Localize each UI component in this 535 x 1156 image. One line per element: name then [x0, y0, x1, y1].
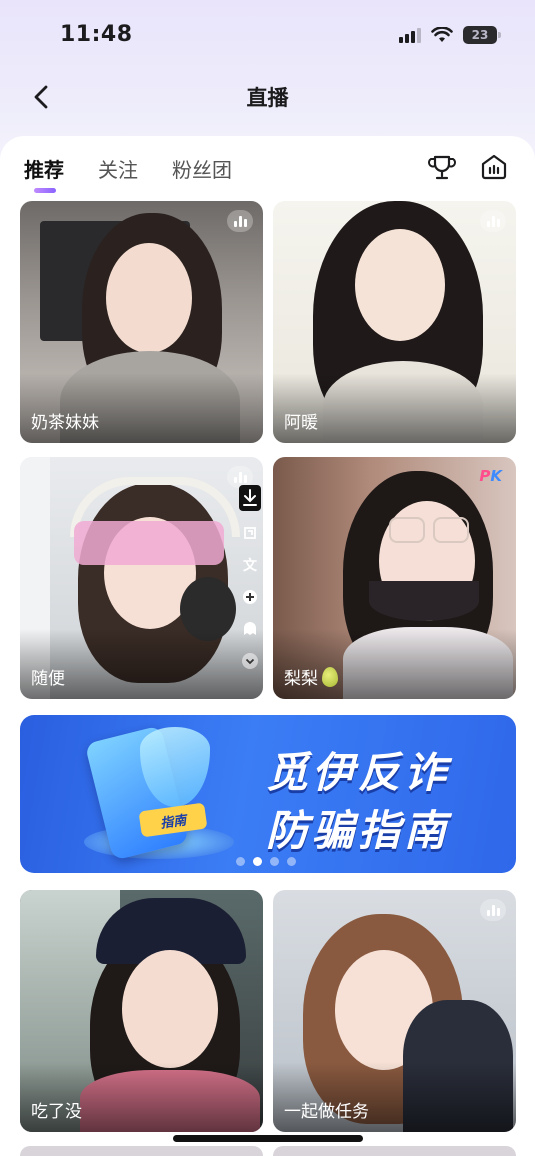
tab-fan-club[interactable]: 粉丝团 [172, 154, 232, 193]
streamer-name: 奶茶妹妹 [31, 413, 99, 433]
page-dot[interactable] [287, 857, 296, 866]
stream-grid-bottom: 吃了没 一起做任务 [20, 890, 516, 1132]
ghost-icon[interactable] [240, 619, 260, 639]
live-bars-icon [480, 899, 506, 921]
battery-level: 23 [471, 28, 489, 42]
stream-card[interactable]: PK 梨梨 [273, 457, 516, 699]
page-dot-active[interactable] [253, 857, 262, 866]
stream-card[interactable]: 阿暖 [273, 201, 516, 443]
battery-icon: 23 [463, 26, 501, 44]
cellular-signal-icon [399, 27, 421, 43]
pk-badge: PK [479, 467, 502, 485]
download-icon[interactable] [239, 485, 261, 511]
next-card-peek [273, 1146, 516, 1156]
live-room-button[interactable] [479, 152, 509, 182]
tab-recommend[interactable]: 推荐 [24, 154, 64, 193]
tab-bar: 推荐 关注 粉丝团 [24, 154, 232, 193]
pear-icon [322, 666, 338, 687]
stream-card[interactable]: 吃了没 [20, 890, 263, 1132]
page-dot[interactable] [236, 857, 245, 866]
banner-title-line1: 觅伊反诈 [266, 748, 451, 797]
stream-card[interactable]: 文 随便 [20, 457, 263, 699]
add-icon[interactable] [240, 587, 260, 607]
streamer-name: 一起做任务 [284, 1102, 369, 1122]
chevron-down-icon[interactable] [240, 651, 260, 671]
stream-card[interactable]: 奶茶妹妹 [20, 201, 263, 443]
live-bars-icon [227, 210, 253, 232]
status-time: 11:48 [60, 22, 133, 47]
status-icons: 23 [399, 26, 501, 44]
status-bar: 11:48 23 [0, 0, 535, 70]
live-room-icon [481, 154, 507, 180]
tab-actions [427, 152, 509, 182]
streamer-name: 随便 [31, 669, 65, 689]
banner-title-line2: 防骗指南 [266, 806, 451, 855]
nav-bar: 直播 [0, 70, 535, 124]
page-title: 直播 [246, 86, 289, 110]
anti-fraud-banner[interactable]: 指南 觅伊反诈 防骗指南 [20, 715, 516, 873]
banner-pagination [236, 857, 296, 866]
home-indicator[interactable] [173, 1135, 363, 1142]
trophy-icon [428, 155, 456, 180]
screen-side-toolbar: 文 [239, 485, 261, 671]
share-icon[interactable] [240, 523, 260, 543]
streamer-name: 吃了没 [31, 1102, 82, 1122]
live-bars-icon [480, 210, 506, 232]
wifi-icon [431, 27, 453, 42]
stream-card[interactable]: 一起做任务 [273, 890, 516, 1132]
tab-following[interactable]: 关注 [98, 154, 138, 193]
streamer-name-row: 梨梨 [284, 664, 338, 689]
stream-grid-top: 奶茶妹妹 阿暖 文 随便 PK 梨梨 [20, 201, 516, 699]
streamer-name: 阿暖 [284, 413, 318, 433]
translate-button[interactable]: 文 [240, 555, 260, 575]
streamer-name: 梨梨 [284, 669, 318, 689]
next-card-peek [20, 1146, 263, 1156]
page-dot[interactable] [270, 857, 279, 866]
ranking-button[interactable] [427, 152, 457, 182]
